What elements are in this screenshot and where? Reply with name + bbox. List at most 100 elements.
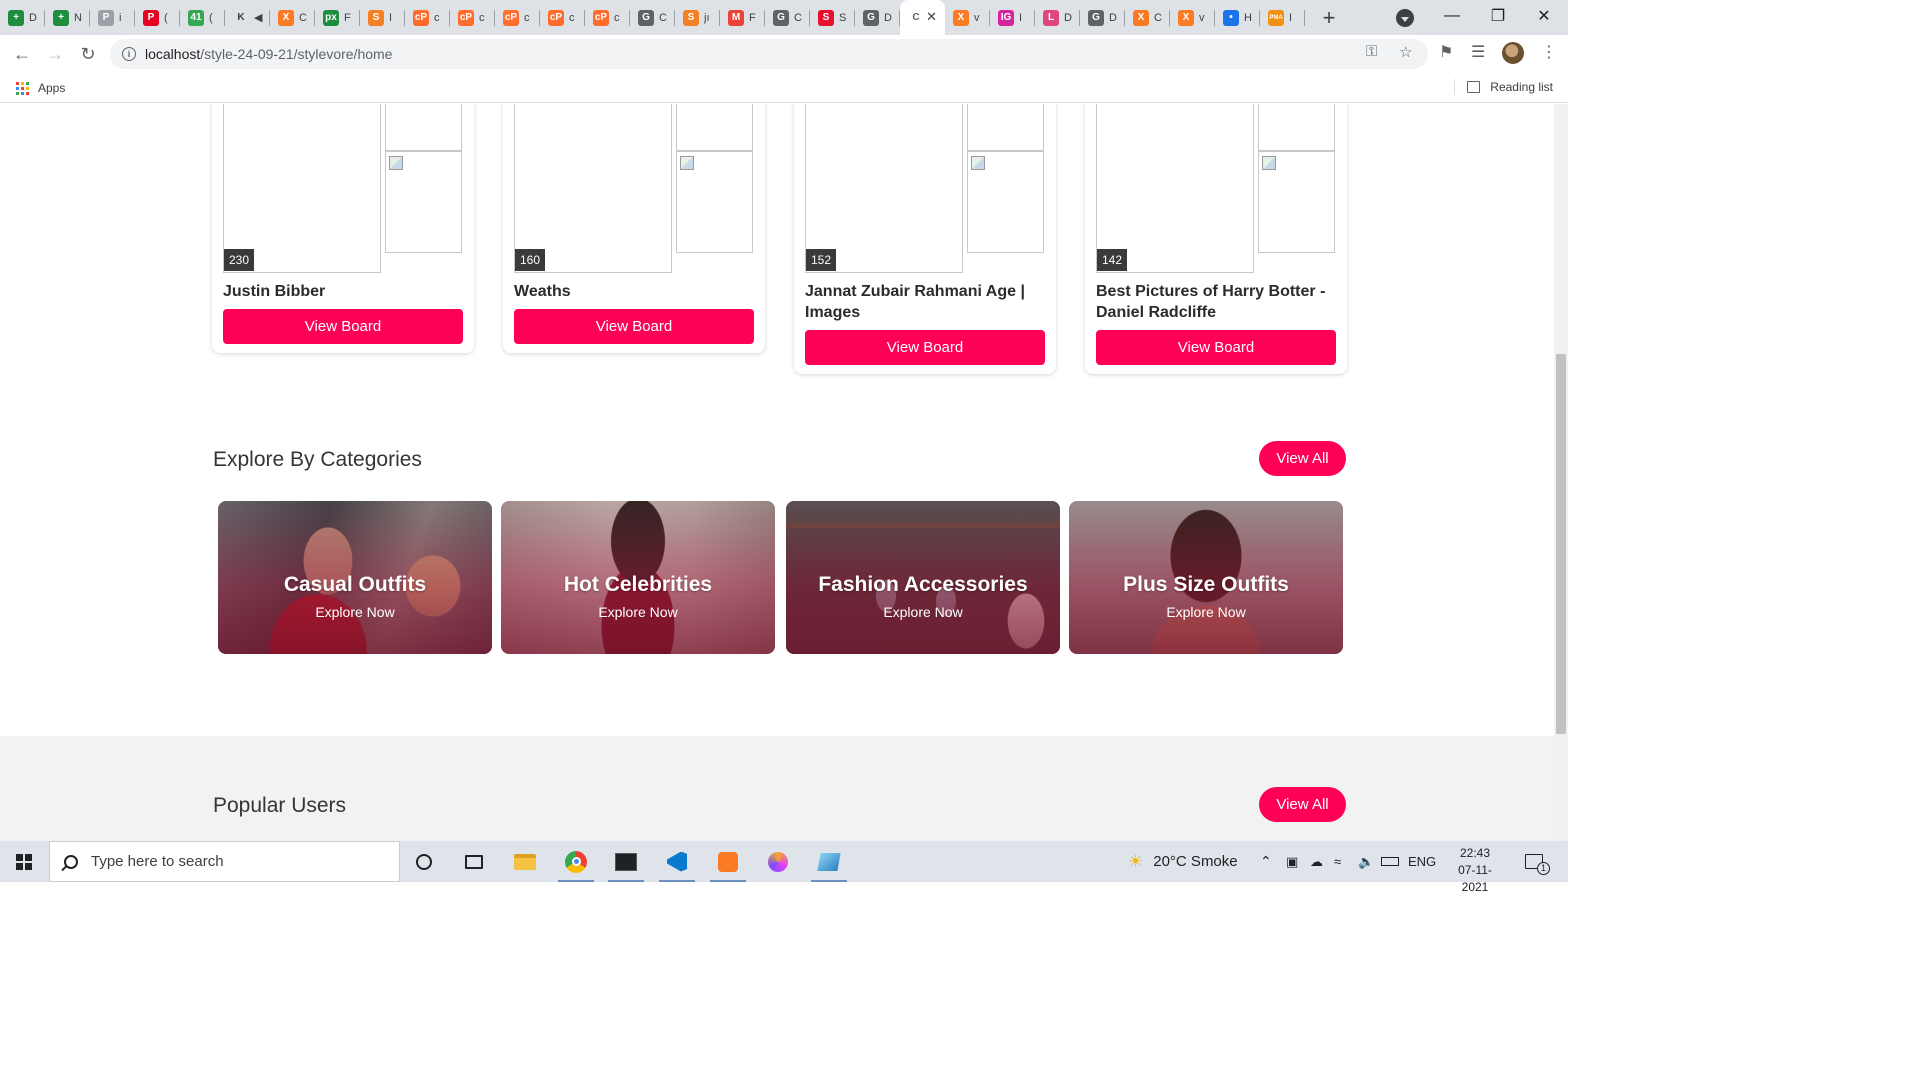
bookmark-star-icon[interactable]: ☆ — [1399, 43, 1412, 61]
volume-icon[interactable]: 🔈 — [1358, 841, 1374, 882]
view-board-button[interactable]: View Board — [805, 330, 1045, 365]
browser-tab[interactable]: XC — [1125, 0, 1170, 35]
browser-tab[interactable]: MF — [720, 0, 765, 35]
onedrive-icon[interactable]: ☁ — [1310, 841, 1323, 882]
browser-tab[interactable]: GD — [1080, 0, 1125, 35]
minimize-icon[interactable]: — — [1429, 0, 1475, 32]
popular-users-view-all-button[interactable]: View All — [1259, 787, 1346, 822]
tab-title: C — [299, 11, 307, 24]
browser-tab[interactable]: C ✕ — [900, 0, 945, 35]
browser-tab[interactable]: + N — [45, 0, 90, 35]
address-bar[interactable]: i localhost/style-24-09-21/stylevore/hom… — [110, 39, 1428, 69]
media-control-icon[interactable]: ☰ — [1471, 42, 1485, 62]
taskbar-search-box[interactable]: Type here to search — [49, 841, 400, 882]
browser-tab[interactable]: cP c — [450, 0, 495, 35]
board-image-collage[interactable]: 142 — [1096, 104, 1336, 273]
board-title[interactable]: Justin Bibber — [223, 281, 455, 302]
categories-view-all-button[interactable]: View All — [1259, 441, 1346, 476]
close-tab-icon[interactable]: ✕ — [926, 9, 937, 25]
tray-chevron-icon[interactable]: ⌃ — [1260, 841, 1272, 882]
cortana-icon[interactable] — [402, 841, 446, 882]
broken-image-icon — [1262, 156, 1276, 170]
category-card-casual-outfits[interactable]: Casual Outfits Explore Now — [218, 501, 492, 654]
category-card-hot-celebrities[interactable]: Hot Celebrities Explore Now — [501, 501, 775, 654]
board-image-collage[interactable]: 160 — [514, 104, 754, 273]
language-indicator[interactable]: ENG — [1408, 841, 1436, 882]
gmail-icon: M — [728, 9, 744, 26]
browser-tab[interactable]: cP c — [540, 0, 585, 35]
category-explore-link[interactable]: Explore Now — [1069, 604, 1343, 620]
browser-tab[interactable]: cP c — [405, 0, 450, 35]
browser-tab[interactable]: Xv — [1170, 0, 1215, 35]
key-icon[interactable]: ⚿ — [1366, 43, 1377, 60]
battery-icon[interactable] — [1381, 841, 1399, 882]
site-info-icon[interactable]: i — [122, 47, 136, 61]
browser-tab[interactable]: 41 ( — [180, 0, 225, 35]
browser-tab[interactable]: K ◀ — [225, 0, 270, 35]
browser-tab[interactable]: Xv — [945, 0, 990, 35]
board-image-collage[interactable]: 152 — [805, 104, 1045, 273]
apps-shortcut[interactable]: Apps — [16, 81, 65, 95]
menu-kebab-icon[interactable]: ⋮ — [1541, 42, 1557, 62]
maximize-icon[interactable]: ❐ — [1475, 0, 1521, 32]
browser-tab[interactable]: PMA I — [1260, 0, 1305, 35]
category-card-fashion-accessories[interactable]: Fashion Accessories Explore Now — [786, 501, 1060, 654]
broken-image-icon — [389, 156, 403, 170]
board-title[interactable]: Jannat Zubair Rahmani Age | Images — [805, 281, 1037, 323]
browser-tab[interactable]: SS — [810, 0, 855, 35]
browser-tab[interactable]: Pi — [90, 0, 135, 35]
browser-tab[interactable]: Sjı — [675, 0, 720, 35]
dot-icon: • — [1223, 9, 1239, 26]
windows-start-icon[interactable] — [16, 854, 32, 870]
view-board-button[interactable]: View Board — [1096, 330, 1336, 365]
browser-tab[interactable]: GD — [855, 0, 900, 35]
browser-tab[interactable]: cP c — [495, 0, 540, 35]
tab-search-icon[interactable] — [1396, 9, 1414, 27]
extensions-icon[interactable]: ⚑ — [1439, 42, 1453, 62]
browser-tab[interactable]: cP c — [585, 0, 630, 35]
category-explore-link[interactable]: Explore Now — [218, 604, 492, 620]
browser-tab[interactable]: LD — [1035, 0, 1080, 35]
browser-app-icon[interactable] — [756, 841, 800, 882]
browser-tab[interactable]: GC — [630, 0, 675, 35]
page-scrollbar[interactable] — [1554, 104, 1568, 841]
app-taskbar-icon[interactable] — [807, 841, 851, 882]
weather-widget[interactable]: ☀ 20°C Smoke — [1128, 841, 1238, 882]
taskbar-clock[interactable]: 22:43 07-11-2021 — [1445, 845, 1505, 896]
browser-tab[interactable]: + D — [0, 0, 45, 35]
reload-icon[interactable]: ↻ — [76, 42, 100, 66]
view-board-button[interactable]: View Board — [514, 309, 754, 344]
file-explorer-icon[interactable] — [503, 841, 547, 882]
browser-tab[interactable]: • H — [1215, 0, 1260, 35]
board-title[interactable]: Best Pictures of Harry Botter - Daniel R… — [1096, 281, 1328, 323]
reading-list-button[interactable]: Reading list — [1467, 80, 1553, 94]
wifi-icon[interactable]: ≈ — [1334, 841, 1341, 882]
board-thumb-image — [1258, 151, 1335, 253]
vscode-icon[interactable] — [655, 841, 699, 882]
browser-tab[interactable]: P( — [135, 0, 180, 35]
board-image-collage[interactable]: 230 — [223, 104, 463, 273]
browser-tab[interactable]: px F — [315, 0, 360, 35]
new-tab-button[interactable]: + — [1311, 0, 1347, 35]
avatar[interactable] — [1502, 42, 1524, 64]
category-explore-link[interactable]: Explore Now — [501, 604, 775, 620]
category-explore-link[interactable]: Explore Now — [786, 604, 1060, 620]
browser-tab[interactable]: GC — [765, 0, 810, 35]
chrome-taskbar-icon[interactable] — [554, 841, 598, 882]
task-view-icon[interactable] — [452, 841, 496, 882]
forward-icon[interactable]: → — [43, 42, 67, 66]
category-card-plus-size-outfits[interactable]: Plus Size Outfits Explore Now — [1069, 501, 1343, 654]
close-window-icon[interactable]: ✕ — [1521, 0, 1567, 32]
browser-tab[interactable]: XC — [270, 0, 315, 35]
scrollbar-thumb[interactable] — [1556, 354, 1566, 734]
xampp-taskbar-icon[interactable] — [706, 841, 750, 882]
browser-tab[interactable]: SI — [360, 0, 405, 35]
browser-tab[interactable]: IG I — [990, 0, 1035, 35]
terminal-icon[interactable] — [604, 841, 648, 882]
view-board-button[interactable]: View Board — [223, 309, 463, 344]
board-title[interactable]: Weaths — [514, 281, 746, 302]
notifications-icon[interactable]: 1 — [1525, 841, 1550, 882]
url-text[interactable]: localhost/style-24-09-21/stylevore/home — [145, 46, 392, 62]
back-icon[interactable]: ← — [10, 42, 34, 66]
meet-now-icon[interactable]: ▣ — [1286, 841, 1298, 882]
